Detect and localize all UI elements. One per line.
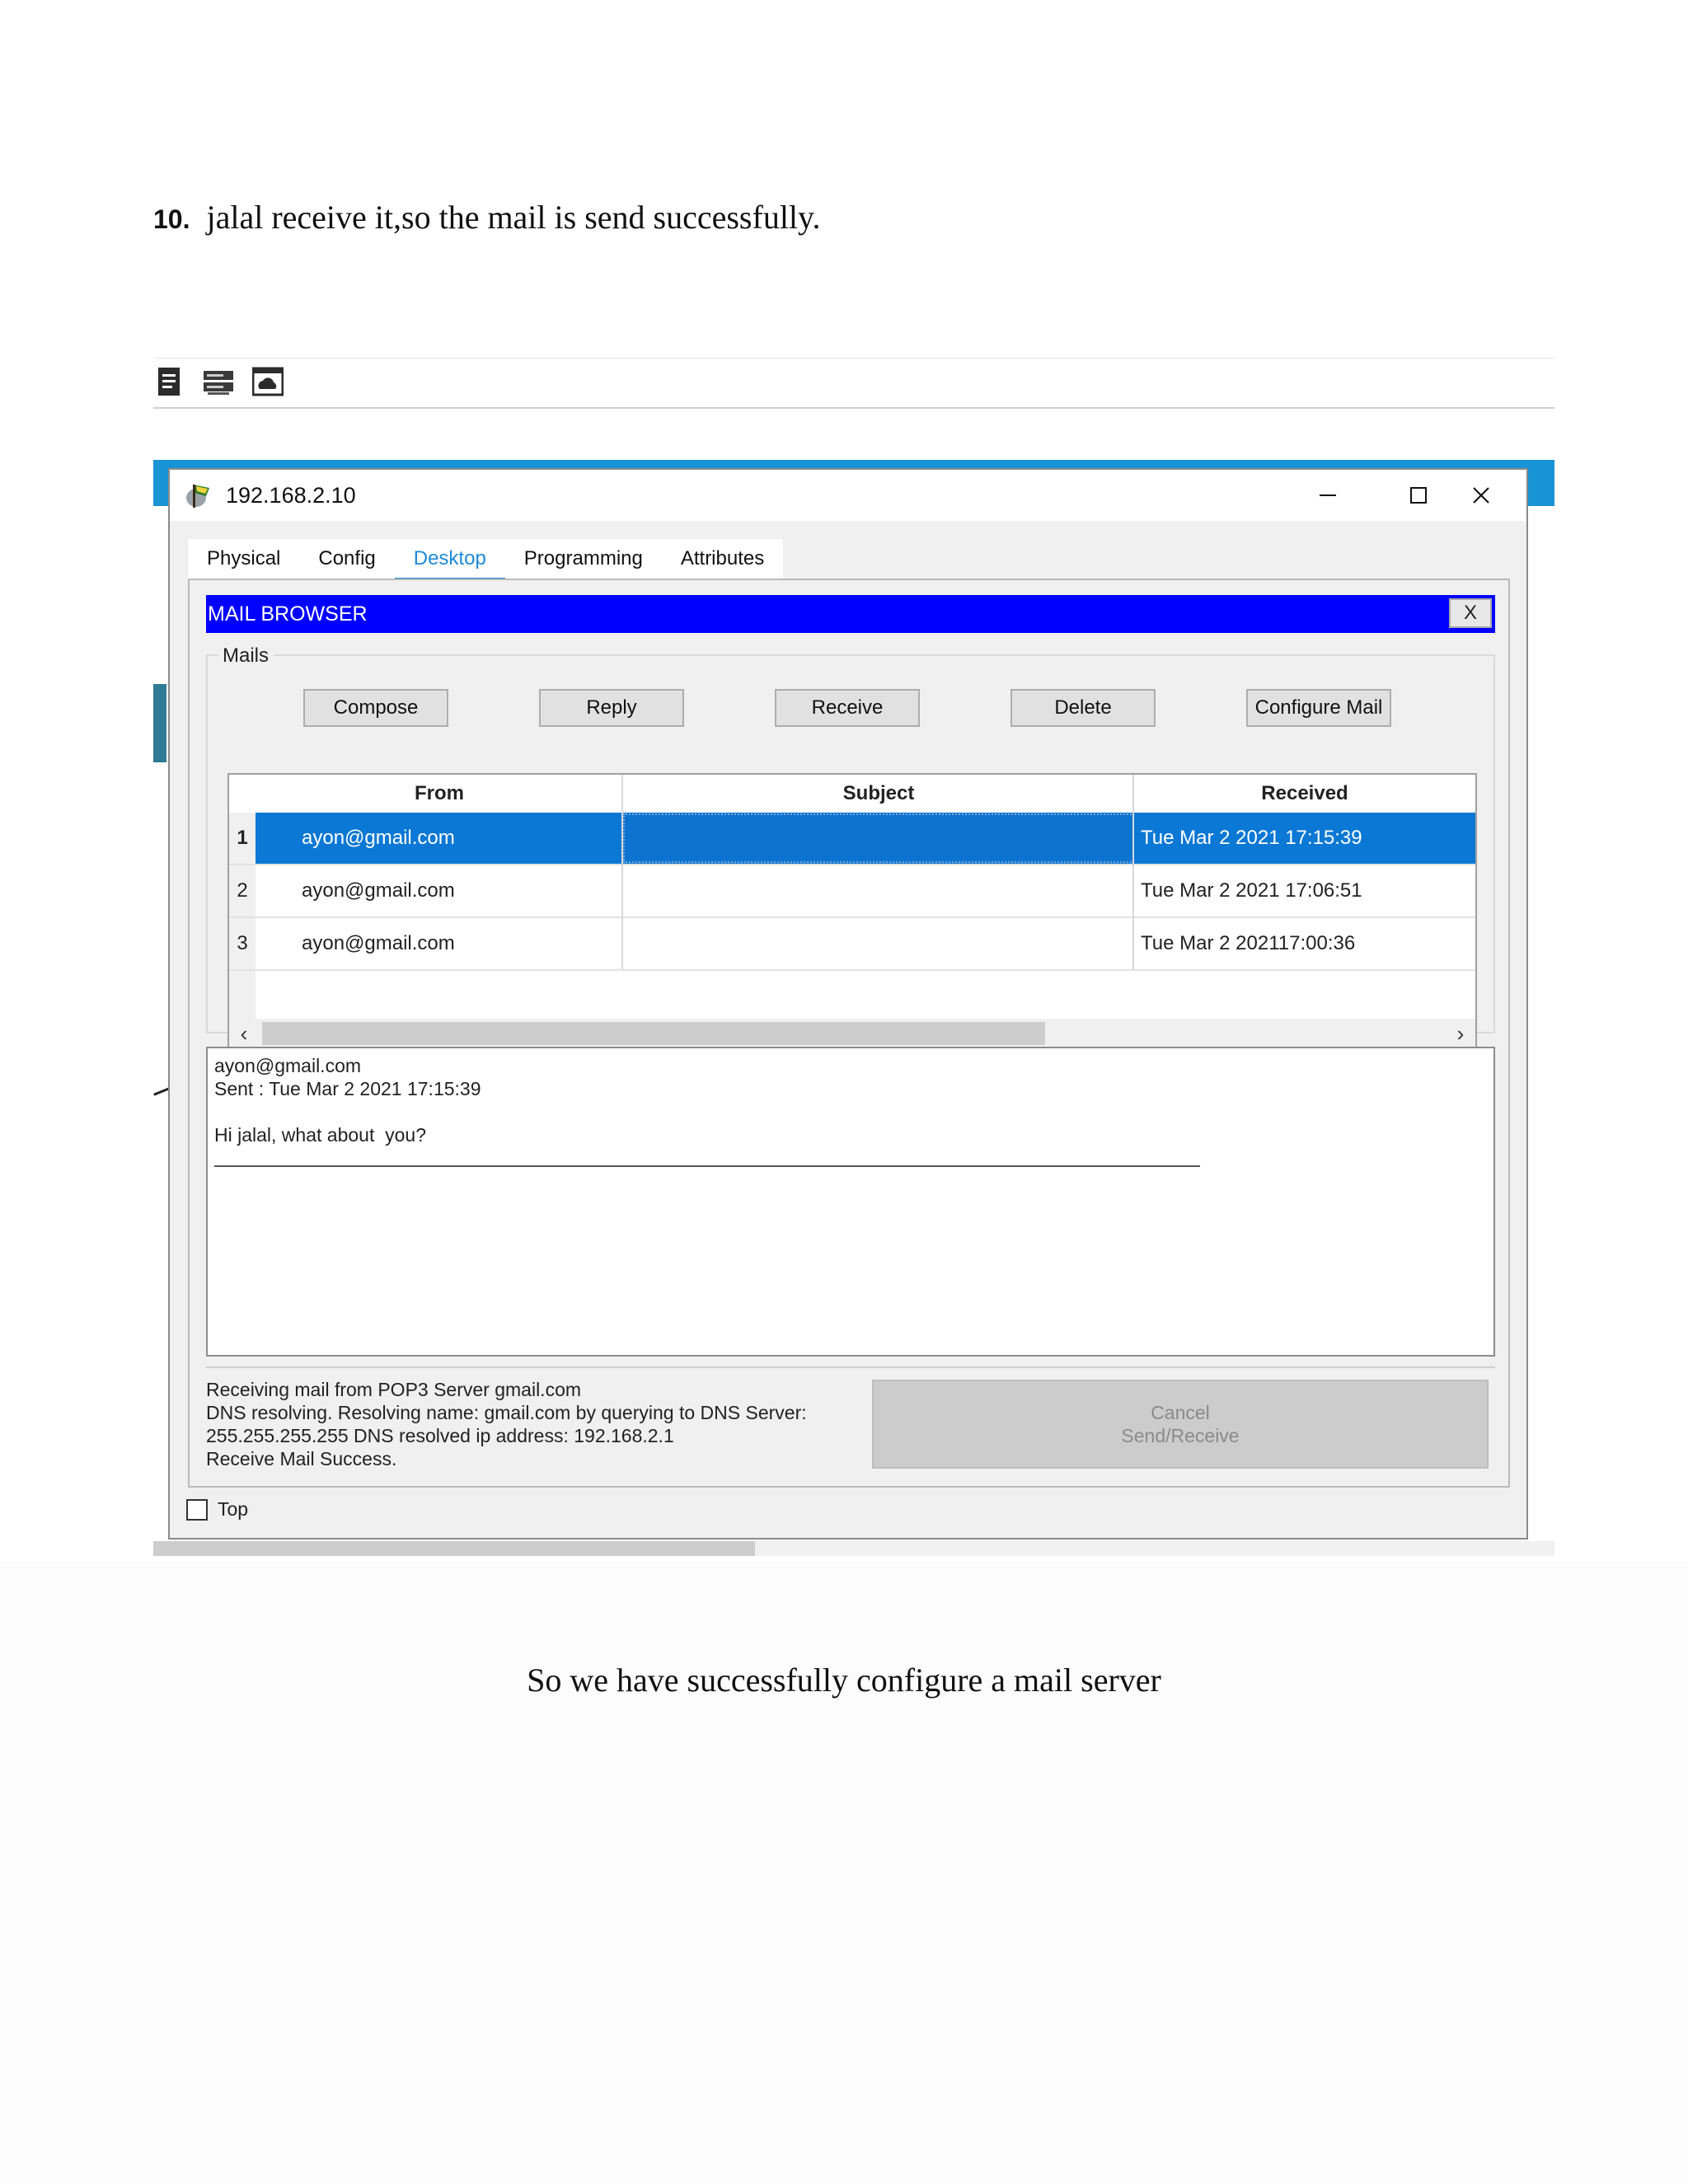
- minimize-button[interactable]: [1282, 470, 1373, 521]
- cancel-label-line2: Send/Receive: [1121, 1425, 1240, 1446]
- message-from: ayon@gmail.com: [214, 1055, 362, 1076]
- document-icon[interactable]: [153, 366, 185, 397]
- maximize-icon: [1410, 487, 1427, 504]
- status-line: Receive Mail Success.: [206, 1448, 397, 1469]
- backdrop-scrollbar-thumb[interactable]: [153, 1541, 755, 1556]
- tab-programming[interactable]: Programming: [505, 539, 662, 579]
- table-row[interactable]: 1 ayon@gmail.com Tue Mar 2 2021 17:15:39: [229, 813, 1475, 865]
- cancel-label-line1: Cancel: [1151, 1402, 1210, 1423]
- step-text: jalal receive it,so the mail is send suc…: [206, 199, 821, 236]
- cancel-send-receive-button[interactable]: Cancel Send/Receive: [872, 1380, 1489, 1469]
- column-divider: [621, 775, 623, 969]
- message-preview[interactable]: ayon@gmail.com Sent : Tue Mar 2 2021 17:…: [206, 1047, 1495, 1357]
- page-background-lower: [0, 1562, 1688, 2184]
- tab-config[interactable]: Config: [299, 539, 394, 579]
- packet-tracer-icon: [186, 485, 209, 508]
- close-icon: [1473, 487, 1489, 504]
- table-row[interactable]: 3 ayon@gmail.com Tue Mar 2 202117:00:36: [229, 918, 1475, 971]
- mails-group-label: Mails: [218, 644, 274, 668]
- mail-browser-titlebar: MAIL BROWSER X: [206, 595, 1495, 633]
- delete-button[interactable]: Delete: [1010, 689, 1156, 727]
- cloud-window-icon[interactable]: [252, 366, 284, 397]
- mail-browser-close-button[interactable]: X: [1449, 598, 1492, 628]
- column-divider: [1132, 775, 1134, 969]
- row-number: 2: [229, 865, 256, 916]
- mail-table: From Subject Received 1 ayon@gmail.com T…: [227, 773, 1477, 1050]
- row-number: 3: [229, 918, 256, 969]
- tab-physical[interactable]: Physical: [188, 539, 299, 579]
- top-checkbox-label: Top: [218, 1498, 249, 1520]
- toolbar-top-rule: [153, 358, 1554, 359]
- mail-browser-title: MAIL BROWSER: [208, 602, 368, 626]
- receive-button[interactable]: Receive: [775, 689, 920, 727]
- scroll-right-arrow-icon[interactable]: ›: [1446, 1019, 1475, 1048]
- toolbar-bottom-rule: [153, 407, 1554, 409]
- row-subject-focus: [623, 813, 1134, 863]
- step-number: 10.: [153, 204, 190, 234]
- column-header-received[interactable]: Received: [1134, 775, 1475, 813]
- pc-window: 192.168.2.10 Physical Config Desktop Pro…: [168, 468, 1528, 1540]
- column-header-from[interactable]: From: [256, 775, 623, 813]
- tab-attributes[interactable]: Attributes: [662, 539, 783, 579]
- scroll-left-arrow-icon[interactable]: ‹: [229, 1019, 259, 1048]
- status-log: Receiving mail from POP3 Server gmail.co…: [206, 1378, 865, 1470]
- top-checkbox[interactable]: [186, 1498, 208, 1521]
- top-checkbox-row: Top: [186, 1498, 248, 1521]
- table-horizontal-scrollbar[interactable]: ‹ ›: [229, 1019, 1475, 1048]
- reply-button[interactable]: Reply: [539, 689, 684, 727]
- status-line: 255.255.255.255 DNS resolved ip address:…: [206, 1425, 674, 1446]
- toolbar-icons: [153, 366, 284, 397]
- message-body: Hi jalal, what about you?: [214, 1124, 426, 1146]
- table-scrollbar-thumb[interactable]: [262, 1022, 1045, 1045]
- desktop-panel: MAIL BROWSER X Mails Compose Reply Recei…: [188, 579, 1510, 1488]
- row-received: Tue Mar 2 202117:00:36: [1141, 932, 1356, 954]
- status-line: DNS resolving. Resolving name: gmail.com…: [206, 1402, 807, 1423]
- backdrop-device-fragment: [153, 684, 166, 762]
- minimize-icon: [1320, 494, 1336, 496]
- status-separator: [206, 1366, 1495, 1368]
- message-sent: Sent : Tue Mar 2 2021 17:15:39: [214, 1078, 481, 1099]
- message-divider: [214, 1165, 1200, 1167]
- row-received: Tue Mar 2 2021 17:15:39: [1141, 827, 1362, 849]
- row-number: 1: [229, 813, 256, 864]
- window-titlebar: 192.168.2.10: [170, 470, 1526, 521]
- row-from: ayon@gmail.com: [302, 879, 455, 902]
- backdrop-left-strip: [153, 506, 170, 1544]
- row-from: ayon@gmail.com: [302, 932, 455, 954]
- mails-group: Mails Compose Reply Receive Delete Confi…: [206, 644, 1495, 1050]
- step-paragraph: 10. jalal receive it,so the mail is send…: [153, 198, 820, 237]
- screenshot-frame: 192.168.2.10 Physical Config Desktop Pro…: [153, 460, 1554, 1556]
- row-from: ayon@gmail.com: [302, 827, 455, 849]
- status-line: Receiving mail from POP3 Server gmail.co…: [206, 1379, 582, 1400]
- window-title: 192.168.2.10: [226, 483, 356, 508]
- tab-desktop[interactable]: Desktop: [394, 539, 505, 582]
- conclusion-text: So we have successfully configure a mail…: [527, 1661, 1161, 1699]
- row-received: Tue Mar 2 2021 17:06:51: [1141, 879, 1362, 902]
- close-button[interactable]: [1436, 470, 1526, 521]
- compose-button[interactable]: Compose: [303, 689, 448, 727]
- server-icon[interactable]: [203, 366, 234, 397]
- tab-bar: Physical Config Desktop Programming Attr…: [188, 539, 784, 582]
- column-header-subject[interactable]: Subject: [623, 775, 1134, 813]
- configure-mail-button[interactable]: Configure Mail: [1246, 689, 1391, 727]
- table-row[interactable]: 2 ayon@gmail.com Tue Mar 2 2021 17:06:51: [229, 865, 1475, 918]
